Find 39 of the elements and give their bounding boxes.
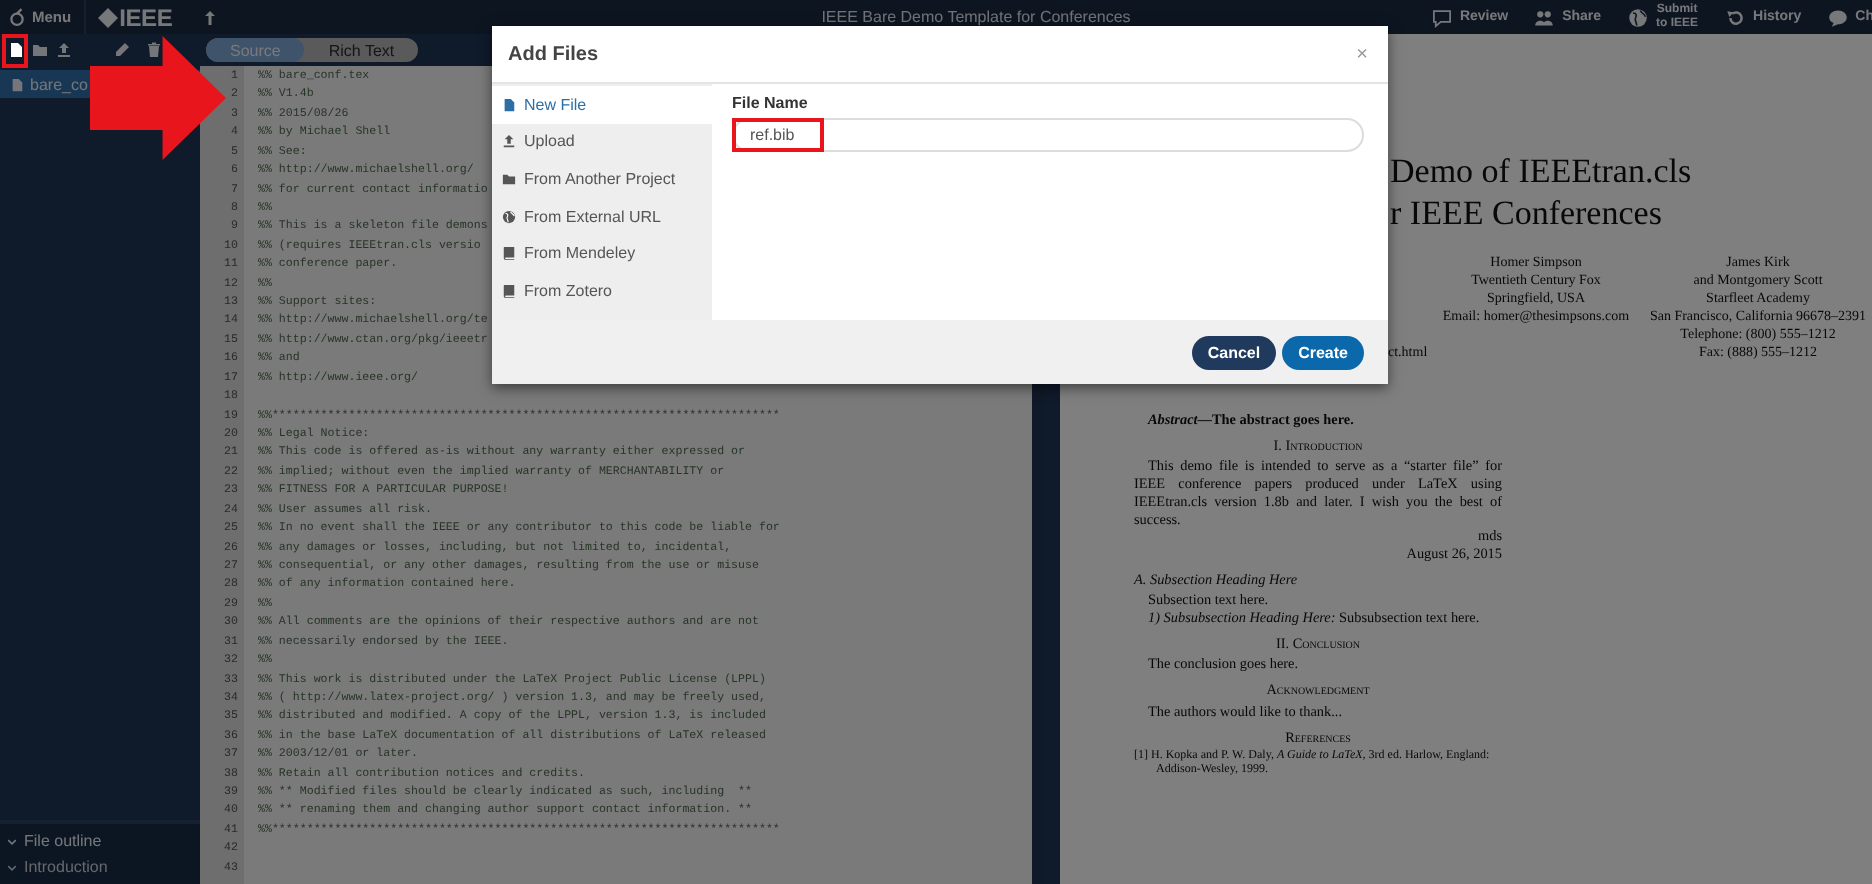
outline-header[interactable]: File outline bbox=[0, 828, 200, 854]
trash-icon[interactable] bbox=[145, 42, 161, 58]
diamond-icon bbox=[97, 7, 118, 27]
pencil-icon[interactable] bbox=[113, 42, 129, 58]
source-item[interactable]: From External URL bbox=[492, 197, 712, 235]
source-item[interactable]: From Another Project bbox=[492, 160, 712, 198]
folder-icon bbox=[502, 171, 516, 186]
mode-tab[interactable]: Rich Text bbox=[304, 38, 419, 62]
logo-icon bbox=[8, 8, 26, 26]
field-label: File Name bbox=[732, 94, 810, 112]
new-file-icon[interactable] bbox=[7, 42, 23, 58]
file-icon bbox=[502, 97, 516, 112]
book-icon bbox=[502, 283, 516, 298]
file-icon bbox=[10, 77, 24, 91]
paper-title-line: Demo of IEEEtran.cls bbox=[1390, 150, 1694, 192]
dialog-title: Add Files bbox=[508, 43, 599, 65]
logo-text: IEEE bbox=[119, 3, 173, 31]
upload-icon[interactable] bbox=[55, 42, 71, 58]
globe-icon bbox=[502, 209, 516, 224]
cancel-button[interactable]: Cancel bbox=[1191, 335, 1277, 369]
people-icon bbox=[1534, 7, 1555, 27]
create-button[interactable]: Create bbox=[1282, 335, 1364, 369]
source-item[interactable]: From Zotero bbox=[492, 271, 712, 310]
source-item[interactable]: Upload bbox=[492, 123, 712, 161]
close-button[interactable]: × bbox=[1356, 43, 1368, 65]
new-folder-icon[interactable] bbox=[31, 42, 47, 58]
speech-bubble-icon bbox=[1431, 7, 1452, 27]
upload-icon bbox=[502, 134, 516, 149]
annotation-arrow bbox=[90, 36, 226, 160]
project-title: IEEE Bare Demo Template for Conferences bbox=[821, 8, 1131, 26]
outline-item[interactable]: Introduction bbox=[0, 854, 200, 880]
history-icon bbox=[1725, 7, 1746, 27]
source-item[interactable]: From Mendeley bbox=[492, 234, 712, 272]
upload-icon[interactable] bbox=[202, 9, 219, 25]
paper-title-line: r IEEE Conferences bbox=[1390, 192, 1664, 234]
globe-icon bbox=[1627, 7, 1648, 27]
chat-icon bbox=[1827, 7, 1848, 27]
book-icon bbox=[502, 246, 516, 261]
source-item[interactable]: New File bbox=[492, 86, 712, 124]
